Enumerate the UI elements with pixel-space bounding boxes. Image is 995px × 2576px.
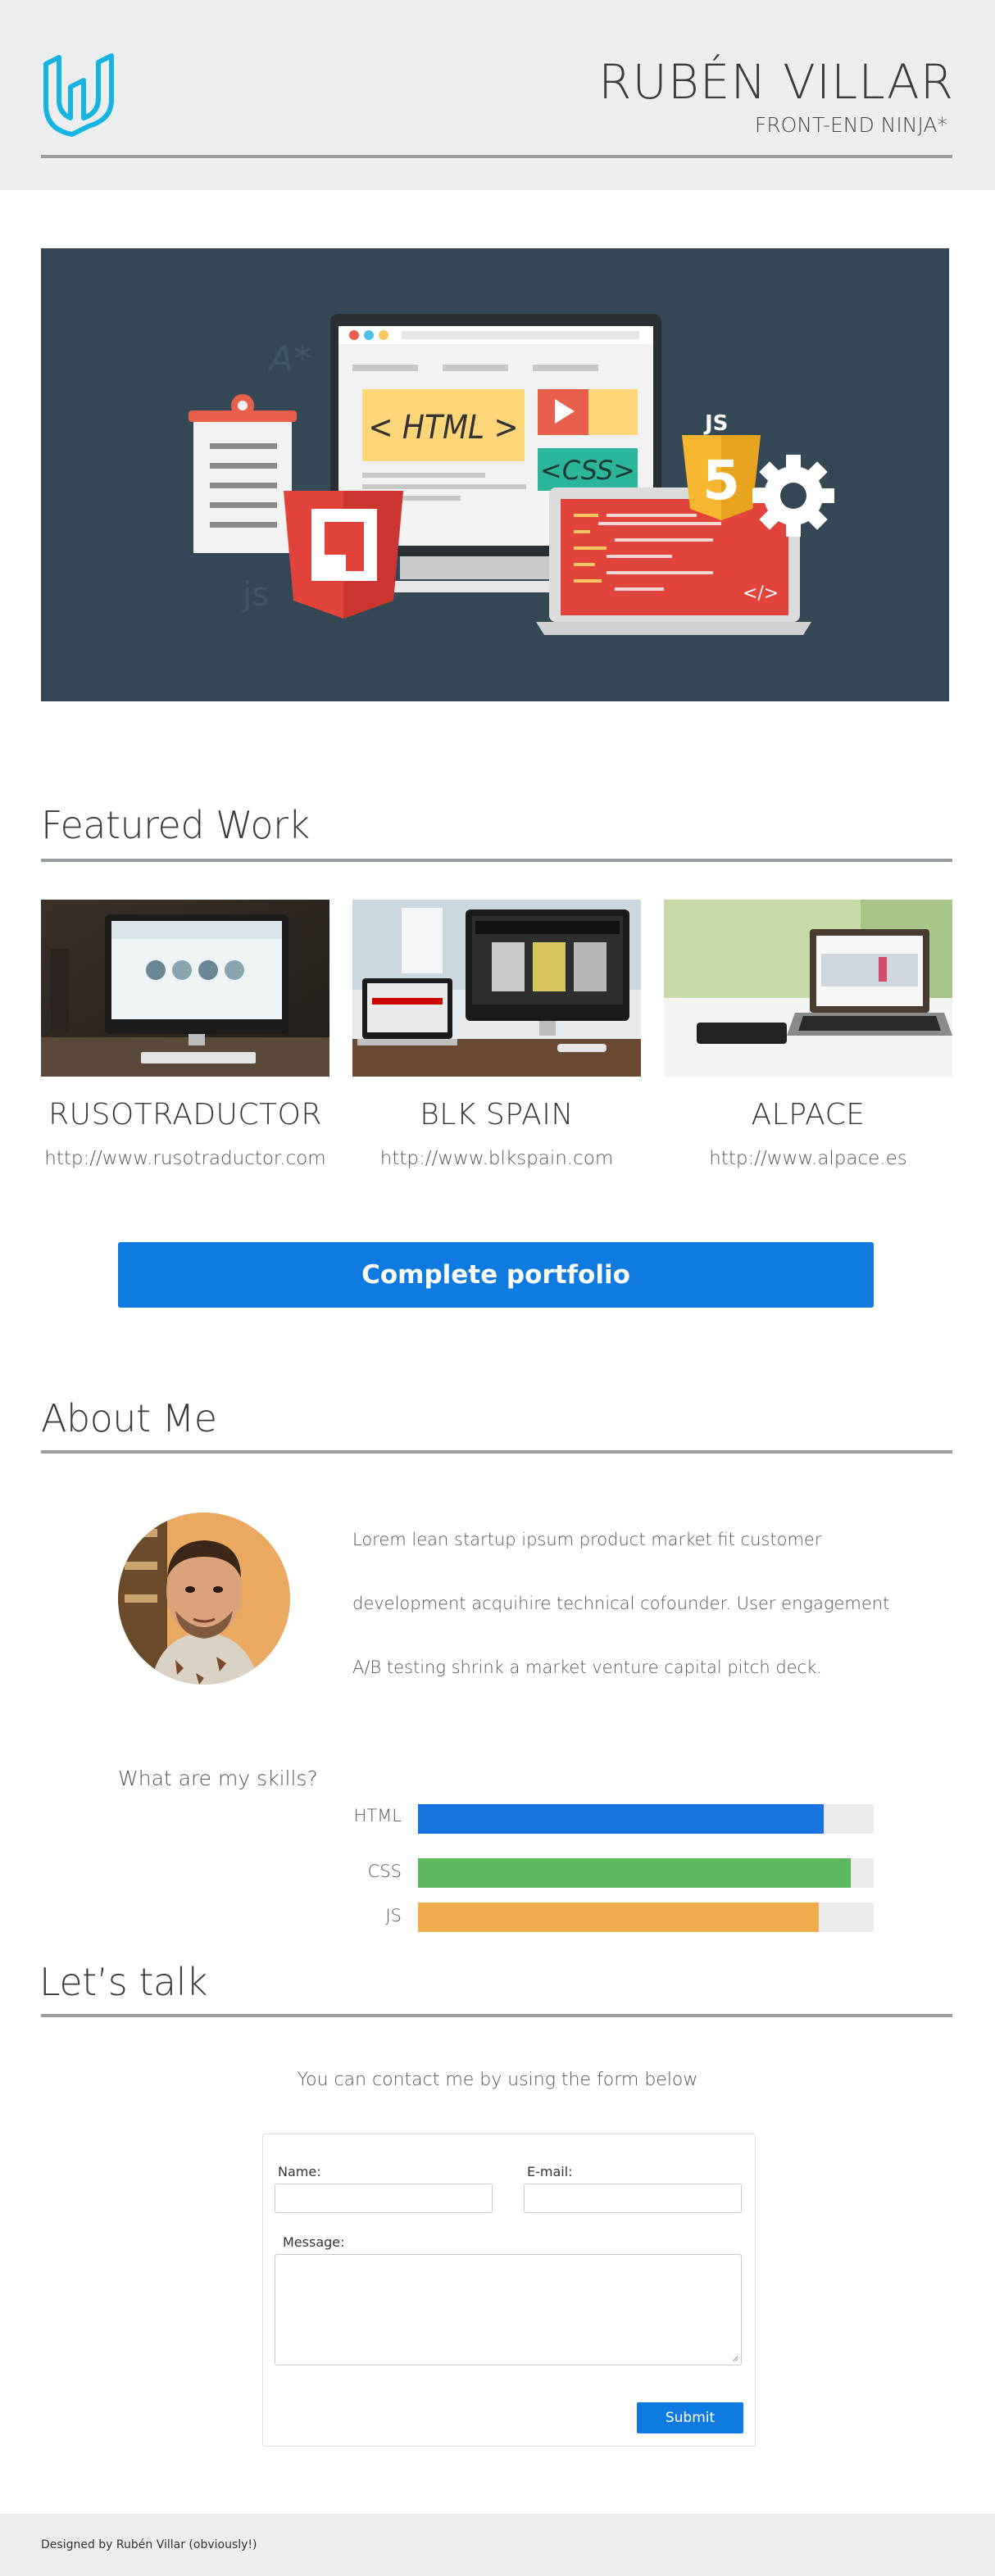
avatar [118, 1512, 290, 1685]
lets-talk-divider [41, 2014, 952, 2017]
skill-fill-css [418, 1858, 852, 1888]
work-url-link[interactable]: http://www.blkspain.com [352, 1148, 641, 1169]
featured-work-title: Featured Work [41, 803, 310, 847]
site-footer: Designed by Rubén Villar (obviously!) [0, 2514, 995, 2576]
footer-credit: Designed by Rubén Villar (obviously!) [41, 2538, 257, 2551]
html-label: < HTML > [368, 409, 518, 447]
skill-label-html: HTML [353, 1806, 402, 1825]
work-title: RUSOTRADUCTOR [48, 1098, 322, 1132]
hero-illustration: A* js < HTML > <CSS> </> JS 5 [41, 248, 949, 701]
svg-text:A*: A* [266, 338, 311, 380]
svg-text:js: js [242, 576, 269, 614]
submit-button[interactable]: Submit [637, 2402, 743, 2433]
work-url-link[interactable]: http://www.rusotraductor.com [41, 1148, 329, 1169]
skill-bar-html [418, 1804, 874, 1834]
name-label: Name: [278, 2164, 321, 2179]
skill-bar-css [418, 1858, 874, 1888]
gear-icon [752, 455, 834, 537]
skill-fill-js [418, 1903, 820, 1932]
site-owner-name: RUBÉN VILLAR [598, 54, 954, 110]
html5-badge-label: 5 [702, 449, 740, 512]
featured-work-divider [41, 859, 952, 862]
lets-talk-title: Let’s talk [39, 1960, 208, 2004]
name-field[interactable] [275, 2184, 493, 2213]
contact-intro-text: You can contact me by using the form bel… [297, 2070, 698, 2090]
about-me-text: Lorem lean startup ipsum product market … [352, 1530, 890, 1677]
work-title: ALPACE [751, 1098, 866, 1132]
email-label: E-mail: [527, 2164, 573, 2179]
work-thumbnail[interactable] [352, 900, 641, 1077]
udacity-logo-icon[interactable] [39, 48, 128, 139]
contact-form: Name: E-mail: Message: Submit [262, 2134, 756, 2447]
about-me-title: About Me [41, 1396, 217, 1440]
css-label: <CSS> [540, 455, 635, 486]
work-thumbnail[interactable] [41, 900, 329, 1077]
complete-portfolio-button[interactable]: Complete portfolio [118, 1242, 874, 1308]
work-thumbnail[interactable] [664, 900, 952, 1077]
work-item-rusotraductor[interactable]: RUSOTRADUCTOR http://www.rusotraductor.c… [41, 900, 329, 1169]
header-divider [41, 155, 952, 158]
code-tag-label: </> [743, 583, 779, 604]
email-field[interactable] [524, 2184, 742, 2213]
work-title: BLK SPAIN [420, 1098, 574, 1132]
skill-fill-html [418, 1804, 824, 1834]
about-me-divider [41, 1450, 952, 1454]
web-dev-illustration: A* js < HTML > <CSS> </> JS 5 [189, 314, 834, 635]
site-header: RUBÉN VILLAR FRONT-END NINJA* [0, 0, 995, 190]
work-url-link[interactable]: http://www.alpace.es [664, 1148, 952, 1169]
work-item-blk-spain[interactable]: BLK SPAIN http://www.blkspain.com [352, 900, 641, 1169]
work-item-alpace[interactable]: ALPACE http://www.alpace.es [664, 900, 952, 1169]
js-badge-label: JS [703, 411, 728, 436]
skill-label-css: CSS [367, 1862, 402, 1881]
skills-title: What are my skills? [118, 1766, 318, 1790]
message-label: Message: [283, 2234, 345, 2250]
skill-bar-js [418, 1903, 874, 1932]
message-field[interactable] [275, 2254, 742, 2365]
site-subtitle: FRONT-END NINJA* [754, 113, 947, 137]
resize-grip-icon[interactable] [730, 2354, 738, 2362]
skill-label-js: JS [385, 1906, 402, 1925]
